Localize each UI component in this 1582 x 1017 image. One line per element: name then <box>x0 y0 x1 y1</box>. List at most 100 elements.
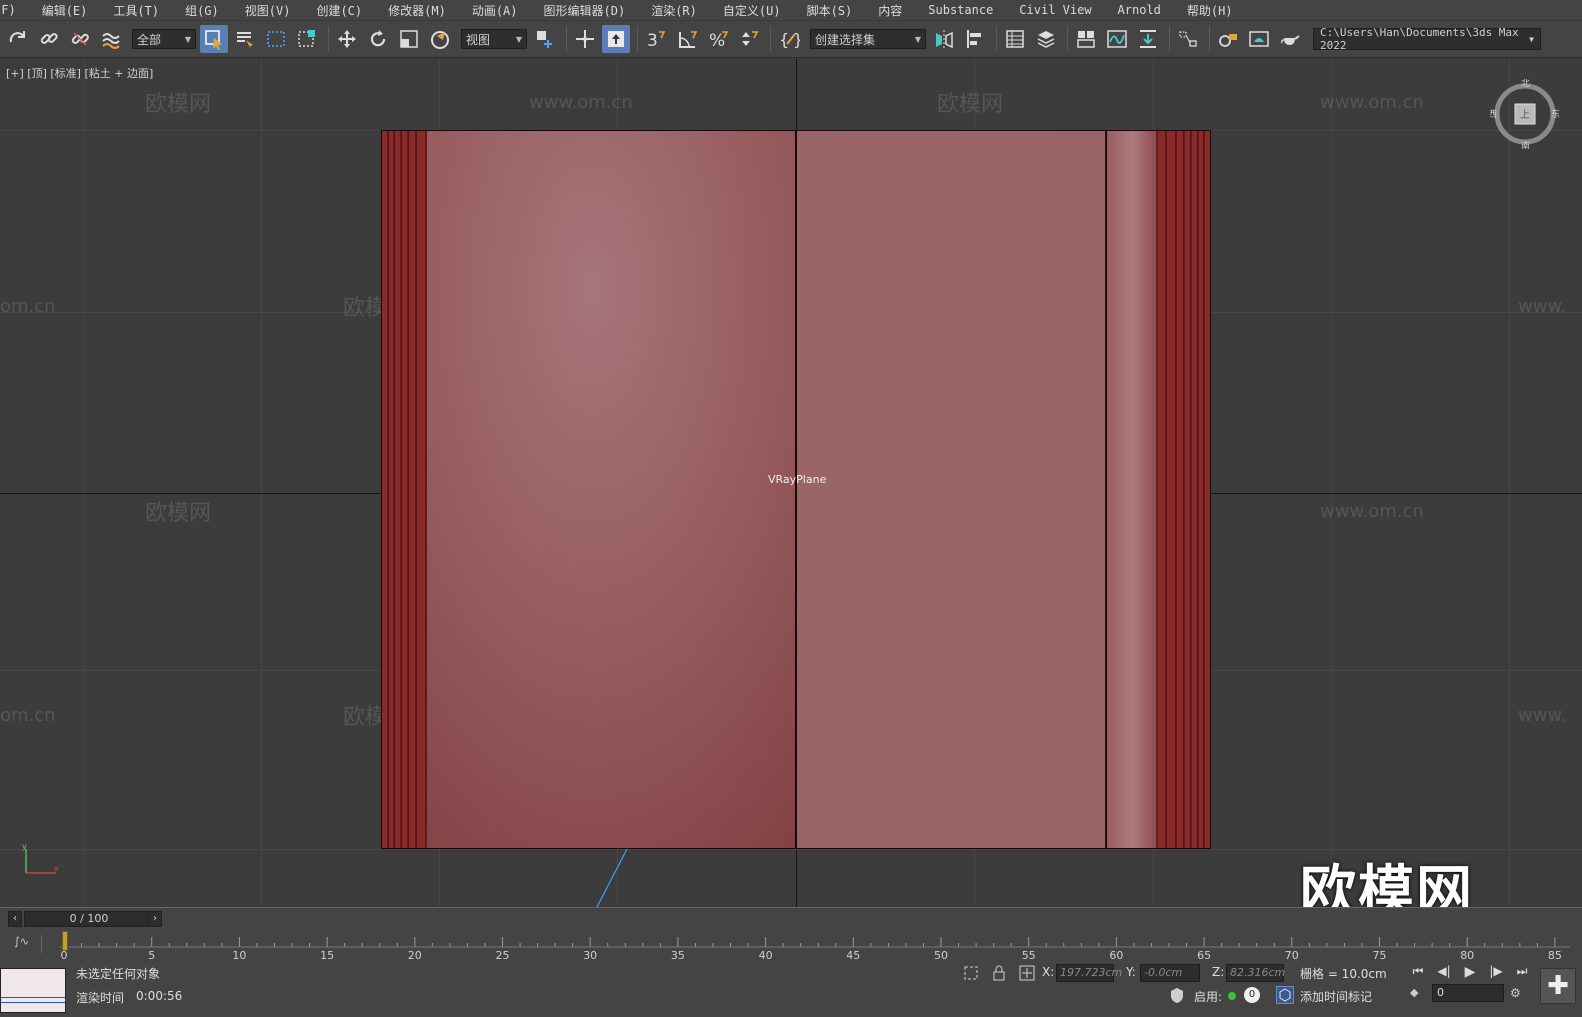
place-button[interactable] <box>426 25 454 53</box>
time-config-icon[interactable]: ⚙ <box>1510 986 1521 1000</box>
redo-button[interactable] <box>4 25 32 53</box>
menu-create[interactable]: 创建(C) <box>303 2 375 19</box>
current-frame-field[interactable]: 0 <box>1432 984 1504 1002</box>
rendered-frame-window-button[interactable] <box>1245 25 1273 53</box>
adaptive-degradation-button[interactable] <box>1168 986 1186 1004</box>
vray-plane-object[interactable] <box>381 130 1211 849</box>
menu-scripting[interactable]: 脚本(S) <box>794 2 866 19</box>
render-production-button[interactable] <box>1276 25 1304 53</box>
svg-text:{: { <box>779 30 789 49</box>
spinner-snap-button[interactable] <box>735 25 763 53</box>
z-label: Z: <box>1212 965 1225 979</box>
isolate-selection-button[interactable] <box>962 964 980 982</box>
teapot-icon <box>1281 35 1300 45</box>
viewcube-south[interactable]: 南 <box>1521 140 1530 152</box>
menu-modifiers[interactable]: 修改器(M) <box>375 2 459 19</box>
named-selection-dropdown[interactable]: 创建选择集 ▼ <box>810 29 926 49</box>
menu-group[interactable]: 组(G) <box>172 2 232 19</box>
ribbon-icon <box>1077 31 1095 48</box>
enable-count-badge[interactable]: 0 <box>1244 987 1260 1003</box>
toggle-ribbon-button[interactable] <box>1072 25 1100 53</box>
time-slider[interactable]: ‹ 0 / 100 › <box>0 907 1582 929</box>
menu-animation[interactable]: 动画(A) <box>459 2 531 19</box>
next-frame-button[interactable]: › <box>148 911 162 927</box>
move-button[interactable] <box>333 25 361 53</box>
link-button[interactable] <box>35 25 63 53</box>
selection-lock-button[interactable] <box>990 964 1008 982</box>
prev-frame-button[interactable]: ‹ <box>8 911 22 927</box>
project-folder-dropdown[interactable]: C:\Users\Han\Documents\3ds Max 2022 ▼ <box>1313 26 1541 52</box>
schematic-icon <box>1140 30 1156 48</box>
rotate-button[interactable] <box>364 25 392 53</box>
current-frame-marker[interactable] <box>62 931 68 951</box>
menu-arnold[interactable]: Arnold <box>1105 3 1174 17</box>
menu-customize[interactable]: 自定义(U) <box>710 2 794 19</box>
curve-editor-button[interactable] <box>1103 25 1131 53</box>
z-coordinate-field[interactable]: 82.316cm <box>1226 964 1285 982</box>
maxscript-listener[interactable] <box>0 968 66 1013</box>
bind-space-warp-button[interactable] <box>97 25 125 53</box>
scene-explorer-button[interactable] <box>1001 25 1029 53</box>
x-coordinate-field[interactable]: 197.723cm <box>1056 964 1122 982</box>
track-bar[interactable]: ∫∿ 0 5 10 15 20 25 30 35 40 45 50 55 60 65 70 75 80 85 <box>0 929 1582 962</box>
menu-edit[interactable]: 编辑(E) <box>29 2 101 19</box>
schematic-view-button[interactable] <box>1134 25 1162 53</box>
menu-civil-view[interactable]: Civil View <box>1006 3 1104 17</box>
select-by-name-button[interactable] <box>231 25 259 53</box>
select-object-button[interactable] <box>200 25 228 53</box>
render-setup-button[interactable] <box>1214 25 1242 53</box>
menu-help[interactable]: 帮助(H) <box>1174 2 1246 19</box>
ruler-tick-label: 5 <box>148 949 155 962</box>
mirror-button[interactable] <box>930 25 958 53</box>
add-time-tag-button[interactable] <box>1276 986 1294 1004</box>
percent-snap-button[interactable]: % <box>704 25 732 53</box>
material-editor-button[interactable] <box>1174 25 1202 53</box>
go-to-end-icon[interactable]: ⏭ <box>1512 964 1532 980</box>
y-coordinate-field[interactable]: -0.0cm <box>1140 964 1200 982</box>
selection-status: 未选定任何对象 <box>76 967 161 981</box>
viewcube-east[interactable]: 东 <box>1551 108 1560 120</box>
align-button[interactable] <box>961 25 989 53</box>
angle-snap-button[interactable] <box>673 25 701 53</box>
absolute-mode-button[interactable] <box>1018 964 1036 982</box>
rectangular-selection-button[interactable] <box>262 25 290 53</box>
viewport-top[interactable]: [+] [顶] [标准] [粘土 + 边面] 欧模网 www.om.cn 欧模网… <box>0 59 1582 907</box>
unlink-button[interactable] <box>66 25 94 53</box>
snaps-toggle-button[interactable]: 3 <box>642 25 670 53</box>
reference-coordinate-dropdown[interactable]: 视图 ▼ <box>461 29 527 49</box>
keyboard-shortcut-override-button[interactable] <box>602 25 630 53</box>
next-frame-icon[interactable]: |▶ <box>1486 964 1506 980</box>
menu-rendering[interactable]: 渲染(R) <box>638 2 710 19</box>
watermark-text: 欧模网 <box>145 92 212 117</box>
mini-curve-editor-toggle[interactable]: ∫∿ <box>14 935 42 953</box>
viewport-navigation-plus-button[interactable]: ✚ <box>1540 968 1576 1004</box>
previous-frame-icon[interactable]: ◀| <box>1434 964 1454 980</box>
menu-tools[interactable]: 工具(T) <box>100 2 172 19</box>
selection-filter-dropdown[interactable]: 全部 ▼ <box>132 29 196 49</box>
menu-views[interactable]: 视图(V) <box>232 2 304 19</box>
left-door-panel <box>427 131 796 848</box>
viewport-label[interactable]: [+] [顶] [标准] [粘土 + 边面] <box>6 65 153 81</box>
time-slider-thumb[interactable]: 0 / 100 <box>24 911 154 927</box>
window-crossing-button[interactable] <box>293 25 321 53</box>
menu-file[interactable]: (F) <box>0 3 29 17</box>
layer-explorer-button[interactable] <box>1032 25 1060 53</box>
key-mode-icon[interactable]: ◆ <box>1410 986 1418 999</box>
go-to-start-icon[interactable]: ⏮ <box>1408 964 1428 980</box>
toolbar-separator <box>1209 26 1210 52</box>
menu-graph-editors[interactable]: 图形编辑器(D) <box>531 2 639 19</box>
render-frame-icon <box>1249 31 1269 47</box>
right-door-panel <box>796 131 1107 848</box>
menu-substance[interactable]: Substance <box>915 3 1006 17</box>
edit-named-selection-button[interactable]: {} <box>775 25 803 53</box>
ruler-tick-label: 40 <box>759 949 773 962</box>
pivot-center-button[interactable] <box>531 25 559 53</box>
viewcube[interactable]: 上 北 南 西 东 <box>1488 78 1560 152</box>
object-name-label: VRayPlane <box>768 473 827 486</box>
viewcube-west[interactable]: 西 <box>1488 109 1497 120</box>
viewcube-north[interactable]: 北 <box>1521 78 1530 89</box>
menu-content[interactable]: 内容 <box>865 2 915 19</box>
play-icon[interactable]: ▶ <box>1460 964 1480 980</box>
select-manipulate-button[interactable] <box>571 25 599 53</box>
scale-button[interactable] <box>395 25 423 53</box>
